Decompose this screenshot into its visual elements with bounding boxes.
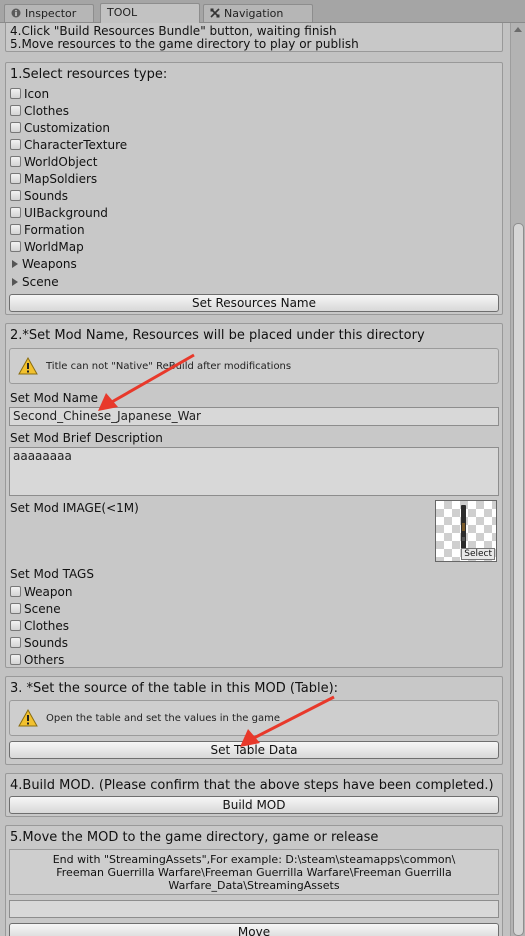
intro-line-5: 5.Move resources to the game directory t…	[10, 37, 359, 51]
step1-box: 1.Select resources type: Icon Clothes Cu…	[5, 62, 503, 315]
step2-title: 2.*Set Mod Name, Resources will be place…	[10, 328, 425, 343]
warning-message: Title can not "Native" ReBuild after mod…	[46, 361, 292, 372]
build-mod-button[interactable]: Build MOD	[9, 796, 499, 814]
checkbox-uibackground-type[interactable]: UIBackground	[10, 205, 108, 221]
navigation-icon	[210, 8, 220, 18]
mod-name-label: Set Mod Name	[10, 391, 99, 405]
tag-label: Scene	[24, 602, 61, 616]
checkbox-customization-type[interactable]: Customization	[10, 120, 110, 136]
foldout-scene[interactable]: Scene	[10, 274, 59, 290]
intro-box: 4.Click "Build Resources Bundle" button,…	[5, 23, 503, 52]
image-select-button[interactable]: Select	[461, 548, 495, 560]
tab-navigation-label: Navigation	[224, 7, 284, 20]
mod-image-picker[interactable]: Select	[435, 500, 497, 562]
tab-tool-label: TOOL	[107, 6, 138, 19]
checkbox-icon[interactable]	[10, 620, 21, 631]
checkbox-label: WorldMap	[24, 240, 84, 254]
checkbox-icon[interactable]	[10, 207, 21, 218]
path-hint: End with "StreamingAssets",For example: …	[9, 849, 499, 895]
checkbox-formation-type[interactable]: Formation	[10, 222, 85, 238]
checkbox-label: Clothes	[24, 104, 69, 118]
foldout-label: Weapons	[22, 257, 77, 271]
scrollbar-thumb[interactable]	[513, 223, 524, 936]
checkbox-label: Icon	[24, 87, 50, 101]
tag-label: Clothes	[24, 619, 69, 633]
step3-title: 3. *Set the source of the table in this …	[10, 681, 339, 696]
checkbox-label: UIBackground	[24, 206, 108, 220]
warning-message: Open the table and set the values in the…	[46, 713, 280, 724]
tab-bar: Inspector TOOL Navigation	[0, 0, 525, 23]
tag-label: Weapon	[24, 585, 73, 599]
intro-line-4: 4.Click "Build Resources Bundle" button,…	[10, 24, 337, 38]
checkbox-icon-type[interactable]: Icon	[10, 86, 49, 102]
foldout-weapons[interactable]: Weapons	[10, 256, 77, 272]
tag-label: Sounds	[24, 636, 69, 650]
foldout-arrow-icon[interactable]	[12, 278, 18, 286]
mod-name-warning: Title can not "Native" ReBuild after mod…	[9, 348, 499, 384]
tag-sounds[interactable]: Sounds	[10, 635, 68, 651]
checkbox-icon[interactable]	[10, 654, 21, 665]
tag-scene[interactable]: Scene	[10, 601, 61, 617]
checkbox-icon[interactable]	[10, 224, 21, 235]
checkbox-worldobject-type[interactable]: WorldObject	[10, 154, 97, 170]
tab-tool[interactable]: TOOL	[100, 3, 200, 23]
checkbox-label: MapSoldiers	[24, 172, 98, 186]
mod-description-textarea[interactable]: aaaaaaaa	[9, 447, 499, 496]
warning-icon	[18, 357, 38, 375]
mod-image-label: Set Mod IMAGE(<1M)	[10, 501, 139, 515]
move-button[interactable]: Move	[9, 923, 499, 936]
checkbox-label: Customization	[24, 121, 110, 135]
checkbox-sounds-type[interactable]: Sounds	[10, 188, 68, 204]
tab-navigation[interactable]: Navigation	[203, 4, 313, 22]
step1-title: 1.Select resources type:	[10, 67, 168, 82]
scroll-up-arrow-icon[interactable]	[514, 27, 522, 32]
step4-box: 4.Build MOD. (Please confirm that the ab…	[5, 773, 503, 817]
checkbox-icon[interactable]	[10, 105, 21, 116]
checkbox-icon[interactable]	[10, 586, 21, 597]
step5-title: 5.Move the MOD to the game directory, ga…	[10, 830, 379, 845]
checkbox-icon[interactable]	[10, 156, 21, 167]
step2-box: 2.*Set Mod Name, Resources will be place…	[5, 323, 503, 668]
tag-others[interactable]: Others	[10, 652, 64, 668]
checkbox-label: Formation	[24, 223, 85, 237]
step4-title: 4.Build MOD. (Please confirm that the ab…	[10, 778, 494, 793]
checkbox-icon[interactable]	[10, 88, 21, 99]
tag-weapon[interactable]: Weapon	[10, 584, 72, 600]
tag-clothes[interactable]: Clothes	[10, 618, 69, 634]
info-icon	[11, 8, 21, 18]
checkbox-clothes-type[interactable]: Clothes	[10, 103, 69, 119]
checkbox-icon[interactable]	[10, 241, 21, 252]
checkbox-icon[interactable]	[10, 139, 21, 150]
table-warning: Open the table and set the values in the…	[9, 700, 499, 736]
checkbox-icon[interactable]	[10, 190, 21, 201]
rifle-image-icon	[461, 505, 466, 553]
checkbox-icon[interactable]	[10, 122, 21, 133]
step3-box: 3. *Set the source of the table in this …	[5, 676, 503, 765]
checkbox-icon[interactable]	[10, 603, 21, 614]
checkbox-label: Sounds	[24, 189, 69, 203]
game-directory-input[interactable]	[9, 900, 499, 918]
checkbox-label: CharacterTexture	[24, 138, 128, 152]
tab-inspector[interactable]: Inspector	[4, 4, 94, 22]
checkbox-icon[interactable]	[10, 637, 21, 648]
warning-icon	[18, 709, 38, 727]
mod-name-input[interactable]: Second_Chinese_Japanese_War	[9, 407, 499, 426]
foldout-label: Scene	[22, 275, 59, 289]
mod-description-label: Set Mod Brief Description	[10, 431, 163, 445]
checkbox-mapsoldiers-type[interactable]: MapSoldiers	[10, 171, 97, 187]
checkbox-worldmap-type[interactable]: WorldMap	[10, 239, 84, 255]
step5-box: 5.Move the MOD to the game directory, ga…	[5, 825, 503, 936]
checkbox-icon[interactable]	[10, 173, 21, 184]
checkbox-label: WorldObject	[24, 155, 98, 169]
checkbox-charactertexture-type[interactable]: CharacterTexture	[10, 137, 127, 153]
tag-label: Others	[24, 653, 65, 667]
tool-panel: 4.Click "Build Resources Bundle" button,…	[0, 23, 511, 936]
mod-tags-label: Set Mod TAGS	[10, 567, 94, 581]
vertical-scrollbar[interactable]	[510, 23, 525, 936]
set-resources-name-button[interactable]: Set Resources Name	[9, 294, 499, 312]
set-table-data-button[interactable]: Set Table Data	[9, 741, 499, 759]
tab-inspector-label: Inspector	[25, 7, 77, 20]
foldout-arrow-icon[interactable]	[12, 260, 18, 268]
